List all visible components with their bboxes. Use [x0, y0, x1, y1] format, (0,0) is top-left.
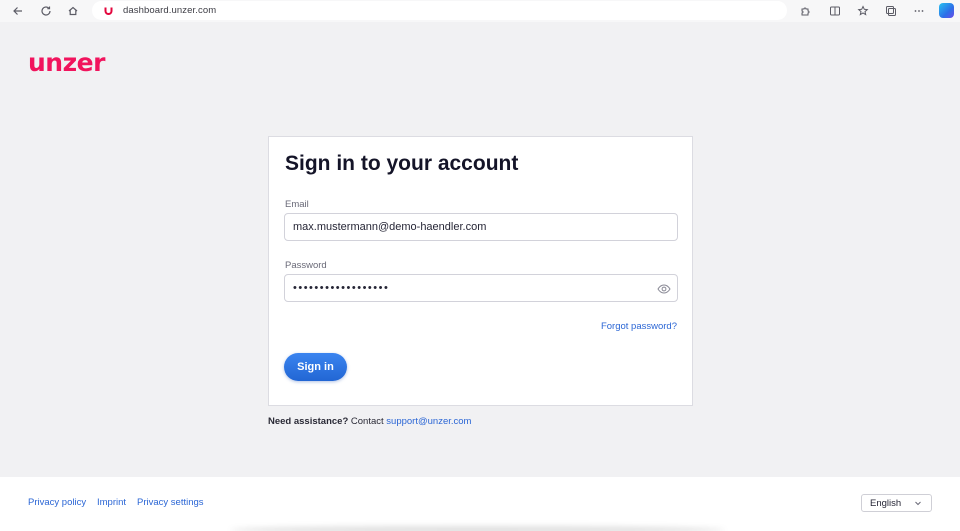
- page-title: Sign in to your account: [285, 152, 519, 175]
- password-field[interactable]: [293, 282, 633, 294]
- browser-toolbar: dashboard.unzer.com: [0, 0, 960, 22]
- show-password-icon[interactable]: [657, 282, 671, 296]
- back-icon[interactable]: [10, 3, 26, 19]
- reload-icon[interactable]: [38, 3, 54, 19]
- privacy-settings-link[interactable]: Privacy settings: [137, 497, 204, 508]
- sign-in-button[interactable]: Sign in: [284, 353, 347, 381]
- forgot-password-link[interactable]: Forgot password?: [601, 321, 677, 332]
- collections-icon[interactable]: [883, 3, 899, 19]
- address-bar[interactable]: dashboard.unzer.com: [92, 1, 787, 20]
- footer: Privacy policy Imprint Privacy settings …: [0, 477, 960, 531]
- email-field-wrapper: [284, 213, 678, 241]
- extensions-icon[interactable]: [797, 3, 813, 19]
- home-icon[interactable]: [65, 3, 81, 19]
- email-field[interactable]: [293, 221, 633, 233]
- privacy-policy-link[interactable]: Privacy policy: [28, 497, 86, 508]
- assistance-line: Need assistance? Contact support@unzer.c…: [268, 416, 471, 427]
- password-label: Password: [285, 260, 327, 271]
- email-label: Email: [285, 199, 309, 210]
- window-shadow: [230, 526, 725, 531]
- chevron-down-icon: [913, 498, 923, 508]
- language-value: English: [870, 497, 902, 509]
- support-email-link[interactable]: support@unzer.com: [386, 416, 471, 427]
- url-text: dashboard.unzer.com: [123, 5, 217, 16]
- imprint-link[interactable]: Imprint: [97, 497, 126, 508]
- login-card: Sign in to your account Email Password F…: [268, 136, 693, 406]
- language-select[interactable]: English: [861, 494, 932, 512]
- favorites-icon[interactable]: [855, 3, 871, 19]
- site-favicon-icon: [104, 6, 113, 15]
- assistance-prefix: Need assistance?: [268, 416, 349, 427]
- assistance-contact: Contact: [350, 416, 384, 427]
- unzer-logo: unzer: [28, 48, 105, 77]
- more-menu-icon[interactable]: [911, 3, 927, 19]
- password-field-wrapper: [284, 274, 678, 302]
- copilot-icon[interactable]: [939, 3, 954, 18]
- split-screen-icon[interactable]: [827, 3, 843, 19]
